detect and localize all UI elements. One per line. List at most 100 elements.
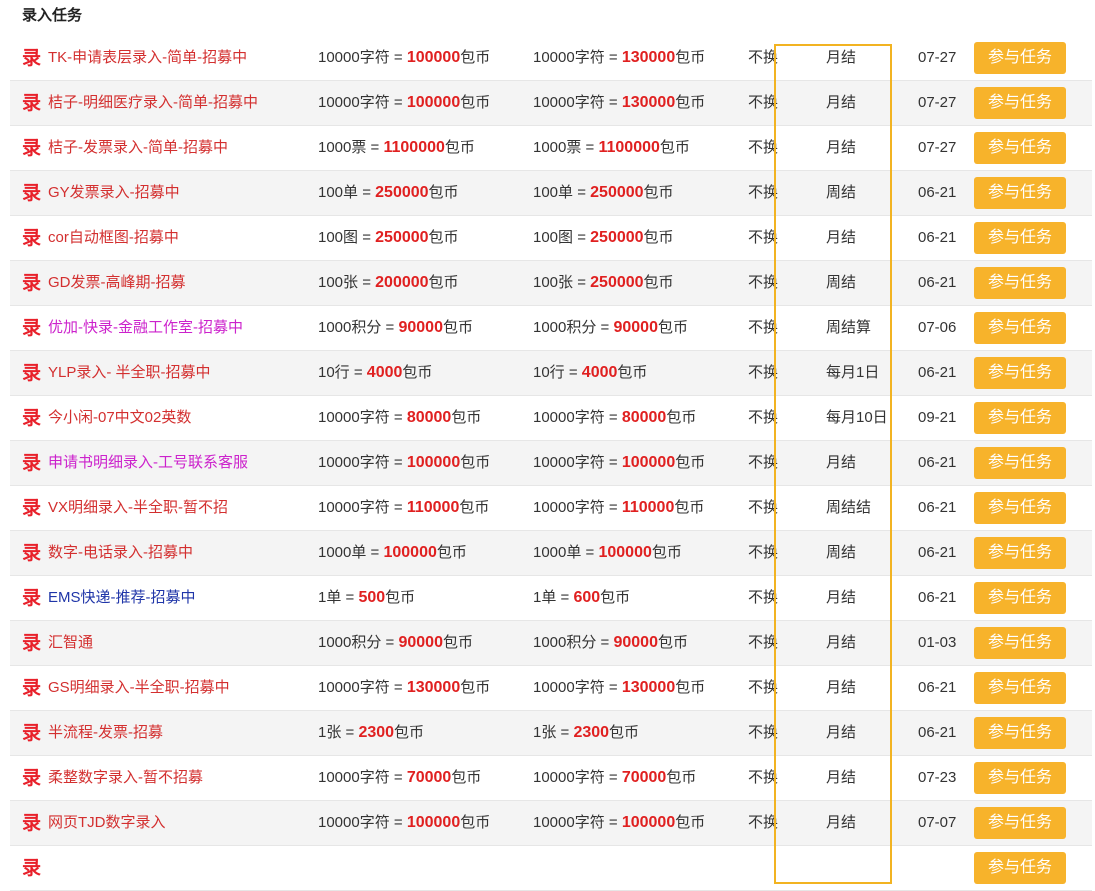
table-row: 录桔子-明细医疗录入-简单-招募中 10000字符 = 100000包币 10000…: [10, 80, 1092, 126]
join-task-button[interactable]: 参与任务: [974, 852, 1066, 884]
currency-label: 包币: [675, 814, 706, 831]
lu-record-icon: 录: [22, 722, 42, 744]
rate-old-unit: 1000票: [533, 139, 582, 156]
join-task-button[interactable]: 参与任务: [974, 537, 1066, 569]
rate-new-unit: 1000单: [318, 544, 367, 561]
no-switch-label: 不换: [748, 454, 779, 471]
rate-old-cell: 10000字符 = 100000包币: [523, 440, 738, 486]
equals-sign: =: [366, 139, 384, 156]
settlement-cycle: 月结: [826, 589, 857, 606]
no-switch-label: 不换: [748, 544, 779, 561]
task-name-link[interactable]: 柔整数字录入-暂不招募: [48, 768, 203, 788]
rate-old-unit: 1000积分: [533, 634, 597, 651]
task-name-link[interactable]: YLP录入- 半全职-招募中: [48, 363, 211, 383]
task-name-link[interactable]: 汇智通: [48, 633, 93, 653]
equals-sign: =: [564, 364, 582, 381]
task-name-link[interactable]: 申请书明细录入-工号联系客服: [48, 453, 248, 473]
equals-sign: =: [358, 229, 376, 246]
rate-new-value: 80000: [406, 409, 452, 426]
task-name-link[interactable]: 桔子-发票录入-简单-招募中: [48, 138, 228, 158]
equals-sign: =: [366, 544, 384, 561]
currency-label: 包币: [651, 544, 682, 561]
task-name-cell: 录 GY发票录入-招募中: [10, 170, 308, 216]
join-task-button[interactable]: 参与任务: [974, 87, 1066, 119]
currency-label: 包币: [643, 184, 674, 201]
rate-old-unit: 10000字符: [533, 769, 605, 786]
join-task-button[interactable]: 参与任务: [974, 267, 1066, 299]
currency-label: 包币: [666, 769, 697, 786]
currency-label: 包币: [385, 589, 416, 606]
join-task-button[interactable]: 参与任务: [974, 672, 1066, 704]
settlement-cell: 周结: [804, 260, 896, 306]
join-task-button[interactable]: 参与任务: [974, 582, 1066, 614]
join-task-button[interactable]: 参与任务: [974, 42, 1066, 74]
rate-new-cell: 1000积分 = 90000包币: [308, 305, 523, 351]
equals-sign: =: [341, 724, 359, 741]
task-name-link[interactable]: GS明细录入-半全职-招募中: [48, 678, 230, 698]
date-cell: 06-21: [896, 710, 974, 756]
task-name-link[interactable]: 半流程-发票-招募: [48, 723, 163, 743]
date-cell: 07-27: [896, 80, 974, 126]
rate-old-cell: 1单 = 600包币: [523, 575, 738, 621]
join-task-button[interactable]: 参与任务: [974, 132, 1066, 164]
task-name-link[interactable]: 网页TJD数字录入: [48, 813, 166, 833]
join-task-button[interactable]: 参与任务: [974, 177, 1066, 209]
currency-label: 包币: [657, 634, 688, 651]
rate-old-cell: 10000字符 = 70000包币: [523, 755, 738, 801]
task-name-cell: 录半流程-发票-招募: [10, 710, 308, 756]
equals-sign: =: [389, 679, 407, 696]
task-name-link[interactable]: cor自动框图-招募中: [48, 228, 179, 248]
join-task-button[interactable]: 参与任务: [974, 717, 1066, 749]
task-name-link[interactable]: VX明细录入-半全职-暂不招: [48, 498, 228, 518]
task-name-link[interactable]: 今小闲-07中文02英数: [48, 408, 191, 428]
currency-label: 包币: [459, 499, 490, 516]
task-name-link[interactable]: TK-申请表层录入-简单-招募中: [48, 48, 247, 68]
rate-old-cell: 10000字符 = 130000包币: [523, 80, 738, 126]
settlement-cycle: 月结: [826, 454, 857, 471]
no-switch-cell: 不换: [738, 36, 804, 81]
task-date: 06-21: [918, 364, 957, 381]
settlement-cycle: 月结: [826, 229, 857, 246]
action-cell: 参与任务: [974, 440, 1092, 486]
task-date: 07-07: [918, 814, 957, 831]
join-task-button[interactable]: 参与任务: [974, 627, 1066, 659]
task-name-link[interactable]: 优加-快录-金融工作室-招募中: [48, 318, 243, 338]
task-name-link[interactable]: 桔子-明细医疗录入-简单-招募中: [48, 93, 258, 113]
task-name-link[interactable]: GY发票录入-招募中: [48, 183, 180, 203]
settlement-cycle: 周结算: [826, 319, 872, 336]
currency-label: 包币: [675, 454, 706, 471]
rate-old-value: 250000: [590, 229, 644, 246]
equals-sign: =: [389, 49, 407, 66]
no-switch-label: 不换: [748, 274, 779, 291]
task-name-cell: 录 GD发票-高峰期-招募: [10, 260, 308, 306]
equals-sign: =: [389, 94, 407, 111]
currency-label: 包币: [436, 544, 467, 561]
currency-label: 包币: [675, 49, 706, 66]
task-name-cell: 录 cor自动框图-招募中: [10, 215, 308, 261]
rate-old-unit: 10000字符: [533, 454, 605, 471]
no-switch-label: 不换: [748, 499, 779, 516]
join-task-button[interactable]: 参与任务: [974, 762, 1066, 794]
join-task-button[interactable]: 参与任务: [974, 807, 1066, 839]
task-name-link[interactable]: 数字-电话录入-招募中: [48, 543, 193, 563]
join-task-button[interactable]: 参与任务: [974, 312, 1066, 344]
action-cell: 参与任务: [974, 80, 1092, 126]
settlement-cycle: 周结: [826, 274, 857, 291]
rate-new-unit: 10000字符: [318, 814, 390, 831]
task-name-link[interactable]: GD发票-高峰期-招募: [48, 273, 186, 293]
join-task-button[interactable]: 参与任务: [974, 222, 1066, 254]
rate-old-cell: 1张 = 2300包币: [523, 710, 738, 756]
date-cell: 06-21: [896, 665, 974, 711]
join-task-button[interactable]: 参与任务: [974, 492, 1066, 524]
task-name-link[interactable]: EMS快递-推荐-招募中: [48, 588, 196, 608]
join-task-button[interactable]: 参与任务: [974, 402, 1066, 434]
currency-label: 包币: [451, 769, 482, 786]
join-task-button[interactable]: 参与任务: [974, 357, 1066, 389]
lu-record-icon: 录: [22, 857, 42, 879]
join-task-button[interactable]: 参与任务: [974, 447, 1066, 479]
task-table: 录 TK-申请表层录入-简单-招募中 10000字符 = 100000包币 10000…: [10, 36, 1092, 891]
currency-label: 包币: [609, 724, 640, 741]
rate-old-unit: 10000字符: [533, 499, 605, 516]
date-cell: 06-21: [896, 530, 974, 576]
settlement-cycle: 月结: [826, 679, 857, 696]
